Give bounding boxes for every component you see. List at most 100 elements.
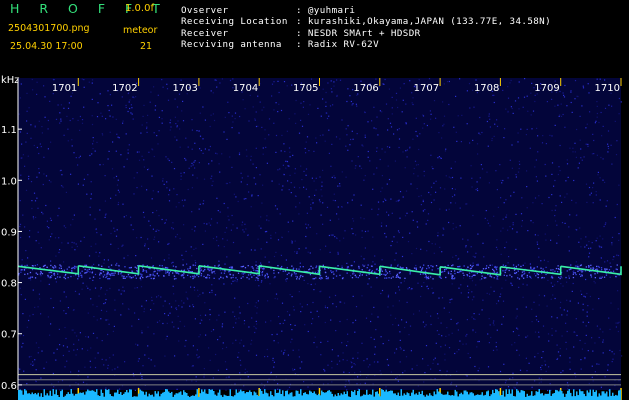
noise-dot — [226, 256, 228, 258]
noise-dot — [582, 85, 584, 87]
noise-dot — [316, 233, 318, 235]
band-dot — [332, 271, 334, 273]
level-bar — [582, 391, 584, 400]
band-dot — [590, 274, 592, 276]
noise-dot — [218, 260, 220, 262]
noise-dot — [143, 308, 145, 310]
noise-dot — [196, 130, 198, 132]
noise-dot — [415, 264, 417, 267]
noise-dot — [263, 106, 265, 108]
noise-dot — [515, 213, 517, 215]
noise-dot — [413, 173, 415, 175]
noise-dot — [293, 309, 295, 311]
noise-dot — [107, 364, 109, 366]
noise-dot — [32, 289, 34, 291]
noise-dot — [376, 116, 378, 118]
band-dot — [599, 277, 601, 279]
level-bar — [21, 390, 23, 400]
noise-dot — [580, 246, 582, 248]
noise-dot — [224, 263, 226, 265]
noise-dot — [309, 252, 311, 254]
level-bar — [258, 396, 260, 400]
noise-dot — [486, 219, 489, 221]
noise-dot — [459, 78, 461, 80]
noise-dot — [511, 144, 513, 146]
noise-dot — [575, 261, 577, 263]
noise-dot — [173, 188, 175, 190]
noise-dot — [171, 161, 173, 163]
noise-dot — [598, 121, 600, 124]
level-bar — [400, 389, 402, 400]
level-bar — [444, 394, 446, 400]
noise-dot — [369, 160, 371, 162]
noise-dot — [67, 307, 69, 309]
noise-dot — [423, 123, 425, 125]
noise-dot — [314, 336, 316, 338]
noise-dot — [89, 366, 92, 368]
noise-dot — [352, 103, 354, 105]
noise-dot — [141, 185, 143, 187]
band-dot — [496, 266, 498, 268]
band-dot — [580, 264, 582, 266]
noise-dot — [341, 119, 343, 121]
level-bar — [550, 395, 552, 400]
band-dot — [34, 277, 37, 279]
band-dot — [207, 274, 209, 276]
level-bar — [46, 393, 48, 400]
band-dot — [551, 277, 554, 279]
noise-dot — [584, 296, 586, 298]
noise-dot — [324, 305, 326, 307]
band-dot — [346, 272, 348, 274]
level-bar — [447, 391, 449, 400]
band-dot — [140, 275, 142, 277]
noise-dot — [455, 95, 457, 97]
band-dot — [388, 277, 390, 279]
noise-dot — [345, 128, 347, 130]
noise-dot — [456, 351, 458, 353]
noise-dot — [406, 212, 408, 214]
noise-dot — [70, 95, 72, 97]
level-bar — [156, 393, 158, 400]
noise-dot — [492, 271, 494, 274]
noise-dot — [607, 151, 609, 153]
noise-dot — [199, 112, 201, 114]
noise-dot — [151, 198, 153, 200]
noise-dot — [395, 292, 397, 294]
noise-dot — [219, 269, 221, 271]
noise-dot — [100, 318, 102, 320]
noise-dot — [103, 259, 105, 261]
noise-dot — [60, 120, 62, 122]
noise-dot — [123, 257, 125, 259]
noise-dot — [430, 186, 433, 188]
noise-dot — [600, 111, 602, 114]
y-tick-label: 1.1 — [1, 125, 17, 136]
noise-dot — [616, 254, 618, 256]
noise-dot — [556, 224, 558, 226]
noise-dot — [425, 345, 428, 347]
noise-dot — [469, 277, 471, 279]
noise-dot — [292, 349, 294, 351]
level-bar — [123, 393, 125, 400]
level-bar — [162, 392, 164, 400]
noise-dot — [45, 361, 48, 363]
noise-dot — [402, 236, 404, 238]
noise-dot — [271, 180, 273, 182]
noise-dot — [313, 180, 315, 182]
band-dot — [154, 275, 156, 277]
noise-dot — [514, 342, 516, 344]
band-dot — [358, 266, 360, 268]
band-dot — [506, 275, 508, 277]
noise-dot — [492, 322, 494, 324]
noise-dot — [593, 182, 595, 184]
level-bar — [514, 396, 516, 400]
y-tick-label: 1.0 — [1, 176, 17, 187]
noise-dot — [510, 79, 512, 82]
noise-dot — [475, 79, 477, 81]
band-dot — [168, 274, 170, 276]
noise-dot — [561, 335, 563, 337]
band-dot — [40, 272, 42, 274]
noise-dot — [579, 339, 581, 342]
noise-dot — [400, 348, 402, 350]
noise-dot — [402, 196, 404, 198]
noise-dot — [471, 291, 473, 293]
